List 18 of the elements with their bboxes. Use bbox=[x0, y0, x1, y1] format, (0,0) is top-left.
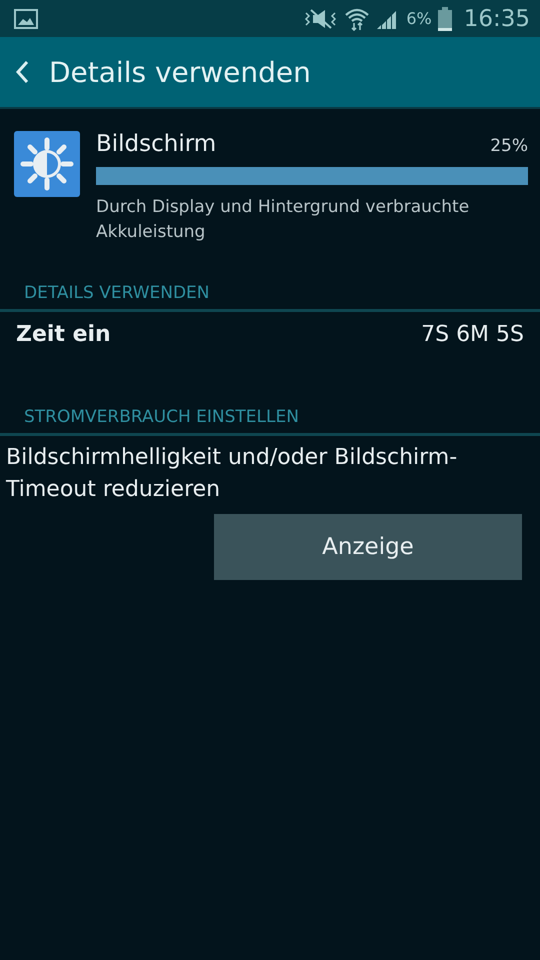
wifi-icon bbox=[344, 6, 370, 30]
mute-icon bbox=[304, 8, 338, 30]
usage-percent: 25% bbox=[490, 136, 528, 156]
battery-percent: 6% bbox=[406, 9, 432, 28]
clock: 16:35 bbox=[464, 6, 530, 32]
brightness-icon bbox=[14, 131, 80, 197]
app-name: Bildschirm bbox=[96, 131, 216, 157]
screen-title: Details verwenden bbox=[49, 56, 311, 88]
display-button[interactable]: Anzeige bbox=[214, 514, 522, 580]
back-icon[interactable] bbox=[15, 60, 29, 84]
section-header: DETAILS VERWENDEN bbox=[24, 283, 210, 303]
section-header: STROMVERBRAUCH EINSTELLEN bbox=[24, 407, 299, 427]
battery-icon bbox=[438, 6, 452, 30]
detail-label: Zeit ein bbox=[16, 322, 111, 347]
gallery-icon bbox=[14, 8, 38, 28]
advice-text: Bildschirmhelligkeit und/oder Bildschirm-Timeout reduzieren bbox=[6, 444, 458, 504]
app-description: Durch Display und Hintergrund verbrauchte Akkuleistung bbox=[96, 196, 470, 244]
detail-value: 7S 6M 5S bbox=[421, 322, 524, 347]
